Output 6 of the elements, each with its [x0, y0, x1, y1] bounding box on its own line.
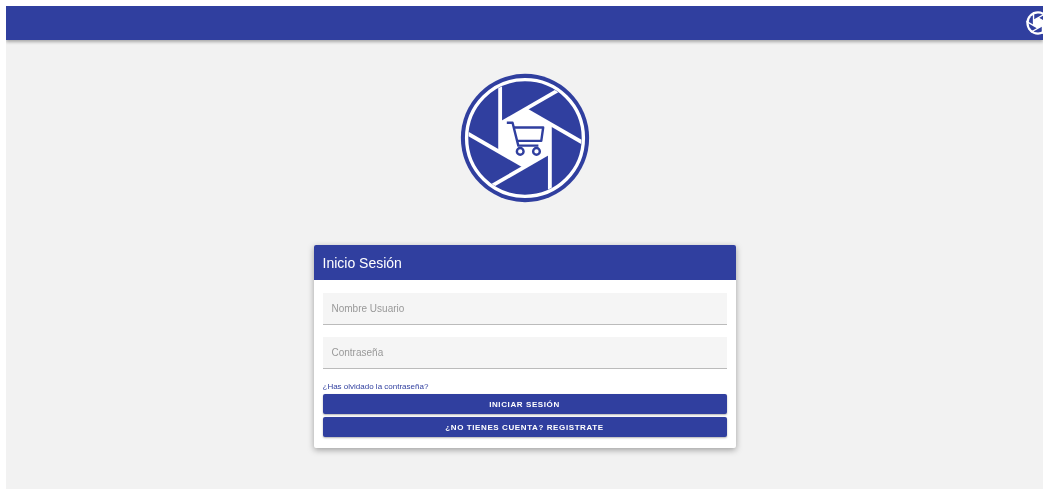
login-button[interactable]: INICIAR SESIÓN — [322, 394, 727, 414]
forgot-password-link[interactable]: ¿Has olvidado la contraseña? — [322, 382, 429, 391]
register-button[interactable]: ¿NO TIENES CUENTA? REGISTRATE — [322, 417, 727, 437]
username-field[interactable]: Nombre Usuario — [322, 293, 727, 325]
password-field[interactable]: Contraseña — [322, 337, 727, 369]
card-title: Inicio Sesión — [322, 254, 402, 271]
